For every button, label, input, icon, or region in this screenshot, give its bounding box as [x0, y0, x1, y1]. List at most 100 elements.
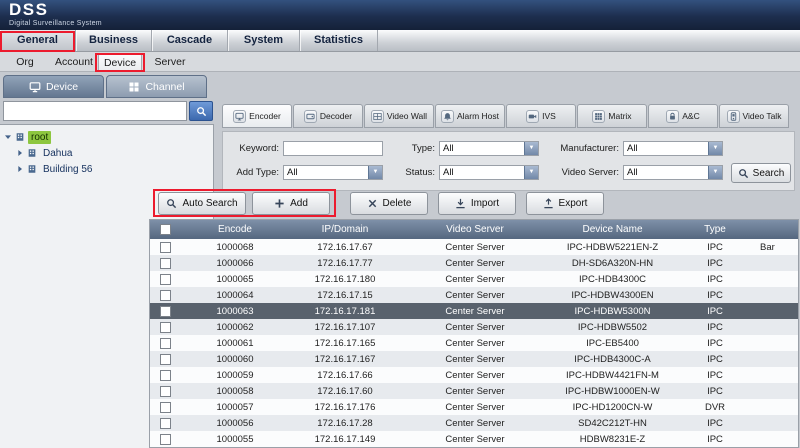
chevron-down-icon[interactable]: ▼: [524, 166, 538, 179]
cell-device_name: IPC-HDBW5221EN-Z: [550, 239, 675, 255]
row-checkbox[interactable]: [160, 418, 171, 429]
cell-type: IPC: [675, 271, 755, 287]
device-tab-video-talk[interactable]: Video Talk: [719, 104, 789, 128]
type-select[interactable]: All▼: [439, 141, 539, 156]
cell-ip: 172.16.17.149: [290, 431, 400, 447]
search-icon: [738, 168, 749, 179]
chevron-down-icon[interactable]: ▼: [368, 166, 382, 179]
select-all-checkbox[interactable]: [160, 224, 171, 235]
tree-item-root[interactable]: root: [4, 130, 51, 144]
menu-tab-general[interactable]: General: [0, 30, 76, 51]
left-search-bar: [3, 101, 213, 121]
row-checkbox[interactable]: [160, 322, 171, 333]
menu-tab-system[interactable]: System: [228, 30, 300, 51]
cell-extra: [755, 319, 798, 335]
cell-type: IPC: [675, 287, 755, 303]
submenu-item-account[interactable]: Account: [50, 53, 98, 71]
submenu-item-server[interactable]: Server: [148, 53, 192, 71]
cell-ip: 172.16.17.176: [290, 399, 400, 415]
table-row[interactable]: 1000058172.16.17.60Center ServerIPC-HDBW…: [150, 383, 798, 399]
row-checkbox[interactable]: [160, 386, 171, 397]
cell-type: IPC: [675, 239, 755, 255]
device-tab-encoder[interactable]: Encoder: [222, 104, 292, 128]
table-row[interactable]: 1000055172.16.17.149Center ServerHDBW823…: [150, 431, 798, 447]
chevron-down-icon[interactable]: ▼: [708, 142, 722, 155]
table-row[interactable]: 1000057172.16.17.176Center ServerIPC-HD1…: [150, 399, 798, 415]
dss-window: DSS Digital Surveillance System GeneralB…: [0, 0, 800, 448]
table-row[interactable]: 1000059172.16.17.66Center ServerIPC-HDBW…: [150, 367, 798, 383]
table-row[interactable]: 1000066172.16.17.77Center ServerDH-SD6A3…: [150, 255, 798, 271]
row-checkbox[interactable]: [160, 338, 171, 349]
menu-tab-business[interactable]: Business: [76, 30, 152, 51]
export-button[interactable]: Export: [526, 192, 604, 215]
cell-device_name: IPC-HDB4300C: [550, 271, 675, 287]
table-row[interactable]: 1000062172.16.17.107Center ServerIPC-HDB…: [150, 319, 798, 335]
cell-type: IPC: [675, 335, 755, 351]
cell-device_name: IPC-HD1200CN-W: [550, 399, 675, 415]
manufacturer-select[interactable]: All▼: [623, 141, 723, 156]
decoder-icon: [306, 112, 315, 121]
submenu-item-device[interactable]: Device: [98, 53, 142, 71]
row-checkbox[interactable]: [160, 274, 171, 285]
row-checkbox[interactable]: [160, 354, 171, 365]
status-select[interactable]: All▼: [439, 165, 539, 180]
auto-search-button[interactable]: Auto Search: [158, 192, 246, 215]
chevron-down-icon[interactable]: ▼: [708, 166, 722, 179]
device-tab-ivs[interactable]: IVS: [506, 104, 576, 128]
row-checkbox[interactable]: [160, 242, 171, 253]
delete-button[interactable]: Delete: [350, 192, 428, 215]
device-tab-matrix[interactable]: Matrix: [577, 104, 647, 128]
device-tab-a-c[interactable]: A&C: [648, 104, 718, 128]
row-checkbox[interactable]: [160, 258, 171, 269]
tree-search-button[interactable]: [189, 101, 213, 121]
device-tab-icon-frame: [371, 110, 384, 123]
cell-encode: 1000068: [180, 239, 290, 255]
tree-item-dahua[interactable]: Dahua: [16, 146, 75, 160]
table-row[interactable]: 1000056172.16.17.28Center ServerSD42C212…: [150, 415, 798, 431]
cell-encode: 1000061: [180, 335, 290, 351]
row-checkbox[interactable]: [160, 306, 171, 317]
tree-search-input[interactable]: [3, 101, 187, 121]
cell-video_server: Center Server: [400, 415, 550, 431]
app-header: DSS Digital Surveillance System: [0, 0, 800, 30]
cell-encode: 1000066: [180, 255, 290, 271]
import-button[interactable]: Import: [438, 192, 516, 215]
row-checkbox-cell: [150, 399, 180, 415]
table-row[interactable]: 1000063172.16.17.181Center ServerIPC-HDB…: [150, 303, 798, 319]
table-row[interactable]: 1000065172.16.17.180Center ServerIPC-HDB…: [150, 271, 798, 287]
table-row[interactable]: 1000068172.16.17.67Center ServerIPC-HDBW…: [150, 239, 798, 255]
sub-menu-bar: Org AccountDevice Server: [0, 52, 800, 72]
table-row[interactable]: 1000061172.16.17.165Center ServerIPC-EB5…: [150, 335, 798, 351]
cell-device_name: IPC-HDBW5300N: [550, 303, 675, 319]
cell-type: IPC: [675, 367, 755, 383]
chevron-down-icon[interactable]: ▼: [524, 142, 538, 155]
row-checkbox[interactable]: [160, 434, 171, 445]
menu-tab-cascade[interactable]: Cascade: [152, 30, 228, 51]
cell-encode: 1000064: [180, 287, 290, 303]
table-row[interactable]: 1000060172.16.17.167Center ServerIPC-HDB…: [150, 351, 798, 367]
submenu-item-org[interactable]: Org: [6, 53, 44, 71]
device-tab-decoder[interactable]: Decoder: [293, 104, 363, 128]
column-header-ip-domain: IP/Domain: [290, 220, 400, 239]
device-tab-alarm-host[interactable]: Alarm Host: [435, 104, 505, 128]
search-icon: [196, 106, 207, 117]
left-panel-tab-device[interactable]: Device: [3, 75, 104, 98]
cell-video_server: Center Server: [400, 367, 550, 383]
tree-item-building-56[interactable]: Building 56: [16, 162, 95, 176]
cell-encode: 1000063: [180, 303, 290, 319]
search-button[interactable]: Search: [731, 163, 791, 183]
row-checkbox[interactable]: [160, 402, 171, 413]
row-checkbox[interactable]: [160, 370, 171, 381]
row-checkbox[interactable]: [160, 290, 171, 301]
add-button[interactable]: Add: [252, 192, 330, 215]
left-panel-tab-channel[interactable]: Channel: [106, 75, 207, 98]
add-type-select[interactable]: All▼: [283, 165, 383, 180]
cell-type: IPC: [675, 255, 755, 271]
table-row[interactable]: 1000064172.16.17.15Center ServerIPC-HDBW…: [150, 287, 798, 303]
device-tab-video-wall[interactable]: Video Wall: [364, 104, 434, 128]
keyword-input[interactable]: [283, 141, 383, 156]
cell-video_server: Center Server: [400, 271, 550, 287]
video-server-select[interactable]: All▼: [623, 165, 723, 180]
export-icon: [543, 198, 554, 209]
menu-tab-statistics[interactable]: Statistics: [300, 30, 378, 51]
